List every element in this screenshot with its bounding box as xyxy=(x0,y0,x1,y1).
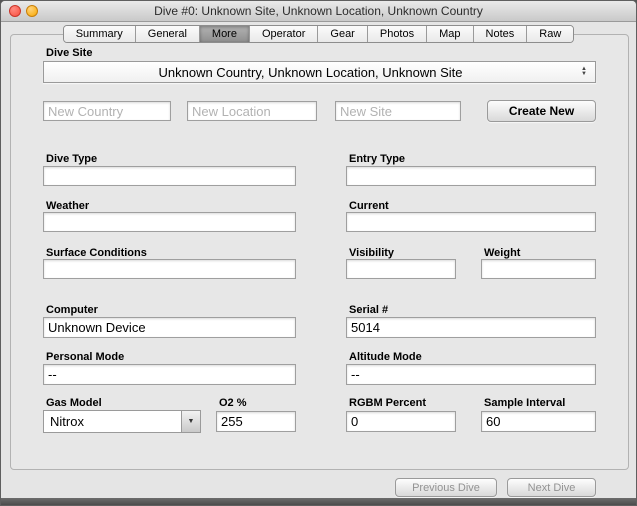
altitude-mode-label: Altitude Mode xyxy=(349,351,422,363)
visibility-input[interactable] xyxy=(346,259,456,279)
updown-arrows-icon: ▲▼ xyxy=(577,67,591,77)
personal-mode-input[interactable] xyxy=(43,364,296,385)
tab-raw[interactable]: Raw xyxy=(526,26,573,42)
dive-editor-window: Dive #0: Unknown Site, Unknown Location,… xyxy=(0,0,637,506)
gas-model-select[interactable]: Nitrox ▼ xyxy=(43,410,201,433)
weight-input[interactable] xyxy=(481,259,596,279)
serial-input[interactable] xyxy=(346,317,596,338)
dive-site-select[interactable]: Unknown Country, Unknown Location, Unkno… xyxy=(43,61,596,83)
dive-site-selected-value: Unknown Country, Unknown Location, Unkno… xyxy=(44,65,577,80)
tab-operator[interactable]: Operator xyxy=(249,26,317,42)
current-label: Current xyxy=(349,200,389,212)
entry-type-label: Entry Type xyxy=(349,153,405,165)
new-location-input[interactable] xyxy=(187,101,317,121)
weight-label: Weight xyxy=(484,247,520,259)
tab-general[interactable]: General xyxy=(135,26,199,42)
weather-label: Weather xyxy=(46,200,89,212)
tab-summary[interactable]: Summary xyxy=(64,26,135,42)
new-site-input[interactable] xyxy=(335,101,461,121)
sample-interval-label: Sample Interval xyxy=(484,397,565,409)
visibility-label: Visibility xyxy=(349,247,394,259)
serial-label: Serial # xyxy=(349,304,388,316)
sample-interval-input[interactable] xyxy=(481,411,596,432)
dropdown-arrow-icon: ▼ xyxy=(181,411,200,432)
surface-conditions-input[interactable] xyxy=(43,259,296,279)
tab-map[interactable]: Map xyxy=(426,26,472,42)
gas-model-value: Nitrox xyxy=(44,414,181,429)
dive-type-label: Dive Type xyxy=(46,153,97,165)
tab-bar: Summary General More Operator Gear Photo… xyxy=(1,25,636,43)
surface-conditions-label: Surface Conditions xyxy=(46,247,147,259)
o2-label: O2 % xyxy=(219,397,247,409)
gas-model-label: Gas Model xyxy=(46,397,102,409)
next-dive-button[interactable]: Next Dive xyxy=(507,478,596,497)
weather-input[interactable] xyxy=(43,212,296,232)
window-bottom-edge xyxy=(1,498,636,505)
new-country-input[interactable] xyxy=(43,101,171,121)
dive-site-label: Dive Site xyxy=(46,47,92,59)
computer-input[interactable] xyxy=(43,317,296,338)
tab-more[interactable]: More xyxy=(199,26,249,42)
create-new-button[interactable]: Create New xyxy=(487,100,596,122)
previous-dive-button[interactable]: Previous Dive xyxy=(395,478,497,497)
titlebar: Dive #0: Unknown Site, Unknown Location,… xyxy=(1,1,636,22)
o2-input[interactable] xyxy=(216,411,296,432)
tab-notes[interactable]: Notes xyxy=(473,26,527,42)
altitude-mode-input[interactable] xyxy=(346,364,596,385)
rgbm-label: RGBM Percent xyxy=(349,397,426,409)
current-input[interactable] xyxy=(346,212,596,232)
entry-type-input[interactable] xyxy=(346,166,596,186)
window-title: Dive #0: Unknown Site, Unknown Location,… xyxy=(1,4,636,18)
tab-photos[interactable]: Photos xyxy=(367,26,426,42)
dive-type-input[interactable] xyxy=(43,166,296,186)
rgbm-input[interactable] xyxy=(346,411,456,432)
personal-mode-label: Personal Mode xyxy=(46,351,124,363)
tab-gear[interactable]: Gear xyxy=(317,26,366,42)
computer-label: Computer xyxy=(46,304,98,316)
